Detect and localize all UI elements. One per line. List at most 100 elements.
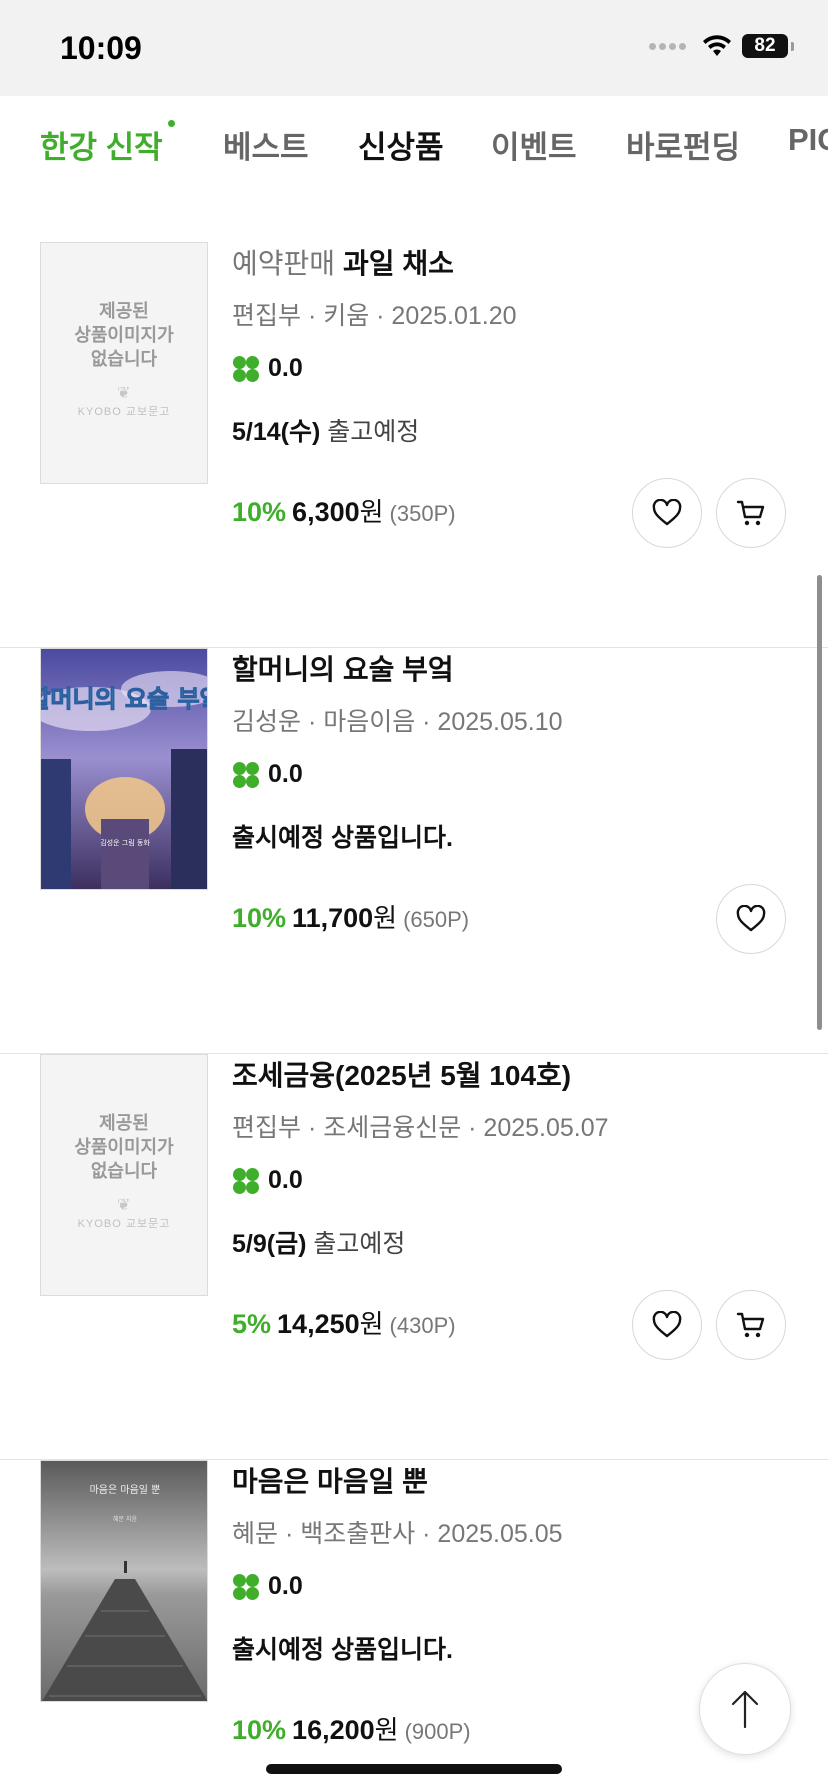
- scroll-to-top-button[interactable]: [699, 1663, 791, 1755]
- product-meta: 편집부 · 조세금융신문 · 2025.05.07: [232, 1114, 609, 1142]
- product-thumbnail-placeholder[interactable]: 제공된 상품이미지가 없습니다 ❦ KYOBO 교보문고: [40, 242, 208, 484]
- clover-icon: [232, 1573, 260, 1601]
- arrow-up-icon: [731, 1690, 759, 1729]
- heart-icon: [652, 1311, 682, 1338]
- product-thumbnail-placeholder[interactable]: 제공된 상품이미지가 없습니다 ❦ KYOBO 교보문고: [40, 1054, 208, 1296]
- wishlist-button[interactable]: [632, 478, 702, 548]
- product-cover[interactable]: 마음은 마음일 뿐 혜문 지음: [40, 1460, 208, 1702]
- product-item[interactable]: 마음은 마음일 뿐 혜문 지음 마음은 마음일 뿐 혜문 · 백조출판사 · 2…: [0, 1460, 828, 1792]
- product-meta: 혜문 · 백조출판사 · 2025.05.05: [232, 1520, 563, 1548]
- heart-icon: [652, 499, 682, 526]
- leaf-icon: ❦: [117, 1197, 131, 1214]
- ship-date: 5/9(금): [232, 1230, 307, 1258]
- wishlist-button[interactable]: [632, 1290, 702, 1360]
- release-notice: 출시예정 상품입니다.: [232, 824, 453, 852]
- tab-funding[interactable]: 바로펀딩: [626, 122, 740, 167]
- home-indicator: [266, 1764, 562, 1774]
- clover-icon: [232, 1167, 260, 1195]
- price-line: 10% 11,700원 (650P): [232, 898, 469, 935]
- battery-icon: 82: [742, 34, 788, 58]
- ship-date: 5/14(수): [232, 418, 321, 446]
- leaf-icon: ❦: [117, 385, 131, 402]
- cover-title: 마음은 마음일 뿐: [90, 1484, 161, 1496]
- discount-rate: 10%: [232, 1715, 287, 1745]
- placeholder-text: 제공된 상품이미지가 없습니다: [74, 1113, 174, 1181]
- rating-value: 0.0: [268, 354, 303, 382]
- product-meta: 편집부 · 키움 · 2025.01.20: [232, 302, 517, 330]
- ship-text: 출고예정: [327, 418, 420, 446]
- currency: 원: [359, 497, 384, 527]
- product-item[interactable]: 제공된 상품이미지가 없습니다 ❦ KYOBO 교보문고 조세금융(2025년 …: [0, 1054, 828, 1460]
- product-title[interactable]: 마음은 마음일 뿐: [232, 1460, 428, 1500]
- reward-points: (650P): [403, 907, 470, 932]
- preorder-label: 예약판매: [232, 248, 336, 279]
- price: 14,250: [277, 1309, 360, 1339]
- reward-points: (430P): [389, 1313, 456, 1338]
- product-rating: 0.0: [232, 1572, 303, 1601]
- cover-author: 혜문 지음: [113, 1515, 137, 1523]
- cart-button[interactable]: [716, 1290, 786, 1360]
- signal-icon: [649, 42, 686, 50]
- product-rating: 0.0: [232, 354, 303, 383]
- product-cover[interactable]: 할머니의 요술 부엌 김성운 그림 동화: [40, 648, 208, 890]
- price: 11,700: [292, 903, 374, 933]
- cart-icon: [736, 500, 765, 526]
- ship-text: 출고예정: [313, 1230, 406, 1258]
- cover-title: 할머니의 요술 부엌: [41, 685, 208, 713]
- clover-icon: [232, 355, 260, 383]
- currency: 원: [373, 903, 398, 933]
- kyobo-logo: KYOBO 교보문고: [77, 406, 171, 418]
- book-cover-image: 할머니의 요술 부엌 김성운 그림 동화: [41, 649, 208, 889]
- clover-icon: [232, 761, 260, 789]
- tab-new-products[interactable]: 신상품: [358, 122, 444, 167]
- reward-points: (900P): [404, 1719, 471, 1744]
- scrollbar[interactable]: [817, 575, 822, 1030]
- price: 6,300: [292, 497, 360, 527]
- category-tabs: 한강 신작 베스트 신상품 이벤트 바로펀딩 PIC: [0, 96, 828, 192]
- status-time: 10:09: [60, 30, 142, 66]
- wishlist-button[interactable]: [716, 884, 786, 954]
- discount-rate: 10%: [232, 497, 287, 527]
- tab-event[interactable]: 이벤트: [491, 122, 577, 167]
- price-line: 5% 14,250원 (430P): [232, 1304, 456, 1341]
- tab-pic[interactable]: PIC: [788, 122, 828, 158]
- battery-level: 82: [754, 35, 776, 56]
- rating-value: 0.0: [268, 1572, 303, 1600]
- status-icons: 82: [649, 34, 794, 58]
- rating-value: 0.0: [268, 760, 303, 788]
- product-meta: 김성운 · 마음이음 · 2025.05.10: [232, 708, 563, 736]
- tab-hangang[interactable]: 한강 신작: [40, 122, 163, 167]
- product-title-text: 과일 채소: [343, 248, 454, 279]
- discount-rate: 5%: [232, 1309, 272, 1339]
- product-item[interactable]: 할머니의 요술 부엌 김성운 그림 동화 할머니의 요술 부엌 김성운 · 마음…: [0, 648, 828, 1054]
- new-dot-badge: [168, 120, 175, 127]
- kyobo-logo: KYOBO 교보문고: [77, 1218, 171, 1230]
- cart-button[interactable]: [716, 478, 786, 548]
- battery-tip: [791, 41, 794, 51]
- release-notice: 출시예정 상품입니다.: [232, 1636, 453, 1664]
- heart-icon: [736, 905, 766, 932]
- product-rating: 0.0: [232, 1166, 303, 1195]
- placeholder-text: 제공된 상품이미지가 없습니다: [74, 301, 174, 369]
- currency: 원: [359, 1309, 384, 1339]
- currency: 원: [374, 1715, 399, 1745]
- product-title[interactable]: 조세금융(2025년 5월 104호): [232, 1054, 571, 1094]
- cart-icon: [736, 1312, 765, 1338]
- shipping-info: 5/9(금) 출고예정: [232, 1224, 405, 1260]
- book-cover-image: 마음은 마음일 뿐 혜문 지음: [41, 1461, 207, 1701]
- rating-value: 0.0: [268, 1166, 303, 1194]
- cover-author: 김성운 그림 동화: [100, 838, 150, 847]
- price: 16,200: [292, 1715, 375, 1745]
- status-bar: 10:09 82: [0, 0, 828, 96]
- product-title[interactable]: 예약판매 과일 채소: [232, 242, 454, 282]
- price-line: 10% 6,300원 (350P): [232, 492, 456, 529]
- discount-rate: 10%: [232, 903, 287, 933]
- shipping-info: 5/14(수) 출고예정: [232, 412, 419, 448]
- product-item[interactable]: 제공된 상품이미지가 없습니다 ❦ KYOBO 교보문고 예약판매 과일 채소 편…: [0, 242, 828, 648]
- product-rating: 0.0: [232, 760, 303, 789]
- product-title[interactable]: 할머니의 요술 부엌: [232, 648, 454, 688]
- tab-best[interactable]: 베스트: [223, 122, 309, 167]
- price-line: 10% 16,200원 (900P): [232, 1710, 471, 1747]
- wifi-icon: [703, 35, 731, 56]
- reward-points: (350P): [389, 501, 456, 526]
